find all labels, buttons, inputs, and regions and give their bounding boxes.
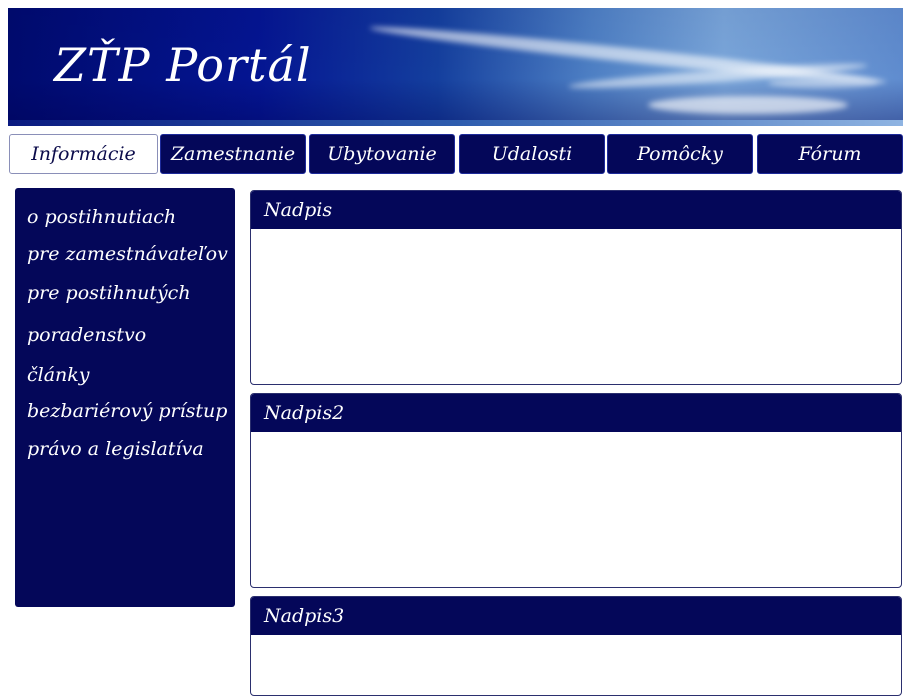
sidebar-item-o-postihnutiach[interactable]: o postihnutiach: [27, 206, 176, 228]
sidebar-item-poradenstvo[interactable]: poradenstvo: [27, 324, 146, 346]
cloud-decoration: [648, 96, 848, 114]
tab-label: Ubytovanie: [327, 143, 437, 165]
sidebar-item-pre-postihnutych[interactable]: pre postihnutých: [27, 282, 191, 304]
site-title[interactable]: ZŤP Portál: [54, 38, 312, 92]
content-panel: Nadpis3: [250, 596, 902, 696]
tab-zamestnanie[interactable]: Zamestnanie: [160, 134, 306, 174]
panel-title: Nadpis2: [251, 394, 901, 432]
tab-informacie[interactable]: Informácie: [9, 134, 158, 174]
header-divider: [8, 120, 903, 126]
panel-title: Nadpis: [251, 191, 901, 229]
header-banner: ZŤP Portál: [8, 8, 903, 126]
tab-label: Udalosti: [491, 143, 573, 165]
main-navigation: Informácie Zamestnanie Ubytovanie Udalos…: [0, 134, 903, 176]
tab-label: Pomôcky: [637, 143, 723, 165]
tab-pomocky[interactable]: Pomôcky: [607, 134, 753, 174]
sidebar-item-clanky[interactable]: články: [27, 364, 90, 386]
tab-label: Informácie: [31, 143, 136, 165]
tab-label: Zamestnanie: [170, 143, 296, 165]
tab-udalosti[interactable]: Udalosti: [459, 134, 605, 174]
panel-title: Nadpis3: [251, 597, 901, 635]
content-panel: Nadpis: [250, 190, 902, 385]
tab-label: Fórum: [798, 143, 862, 165]
tab-forum[interactable]: Fórum: [757, 134, 903, 174]
tab-ubytovanie[interactable]: Ubytovanie: [309, 134, 455, 174]
cloud-decoration: [768, 78, 878, 88]
sidebar-item-bezbarierovy-pristup[interactable]: bezbariérový prístup: [27, 400, 227, 422]
sidebar-item-pravo-a-legislativa[interactable]: právo a legislatíva: [27, 438, 204, 460]
sidebar-item-pre-zamestnavatelov[interactable]: pre zamestnávateľov: [27, 243, 228, 265]
content-panel: Nadpis2: [250, 393, 902, 588]
sidebar-menu: o postihnutiach pre zamestnávateľov pre …: [15, 188, 235, 607]
